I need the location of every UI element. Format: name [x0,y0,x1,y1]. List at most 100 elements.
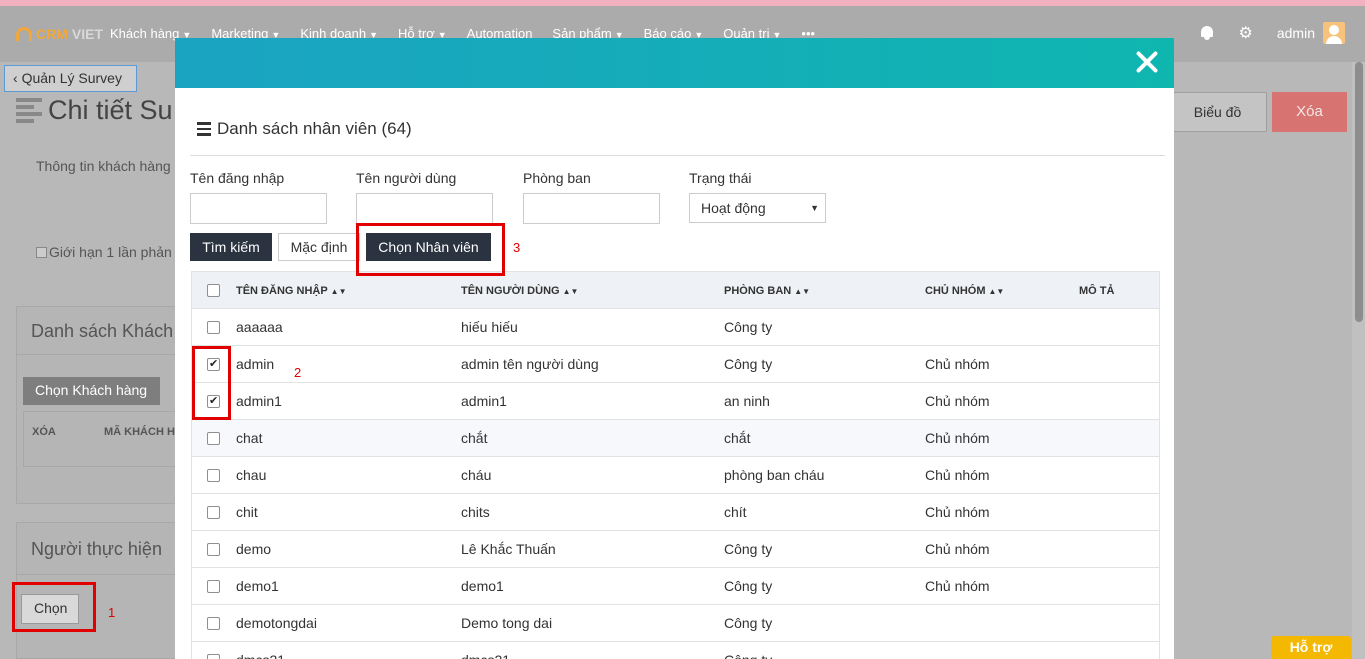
crmviet-logo[interactable]: CRM VIET [16,26,103,42]
column-username[interactable]: TÊN ĐĂNG NHẬP ▲▼ [236,272,347,310]
pick-customer-button[interactable]: Chọn Khách hàng [23,377,160,405]
customer-list-panel: Danh sách Khách Chọn Khách hàng XÓA MÃ K… [16,306,186,504]
limit-response-option[interactable]: Giới hạn 1 lần phản h [36,244,184,260]
column-username-label: TÊN ĐĂNG NHẬP [236,285,328,297]
select-all-checkbox[interactable] [207,284,220,297]
page-scrollbar[interactable] [1352,62,1365,659]
page-title-text: Chi tiết Su [48,95,173,125]
row-checkbox[interactable] [207,506,220,519]
cell-username: demotongdai [236,615,317,631]
navbar-right: ⚙ admin [1199,22,1345,44]
fullname-filter-label: Tên người dùng [356,170,457,186]
list-icon [197,122,211,136]
table-row[interactable]: dmcs21 dmcs21 Công ty [191,642,1160,659]
cell-department: Công ty [724,541,773,557]
status-filter-select[interactable]: Hoạt động ▼ [689,193,826,223]
chevron-left-icon: ‹ [13,70,22,86]
chart-button[interactable]: Biểu đồ [1168,92,1267,132]
username-filter-label: Tên đăng nhập [190,170,285,186]
modal-header [175,38,1174,88]
column-fullname-label: TÊN NGƯỜI DÙNG [461,285,560,297]
column-leader[interactable]: CHỦ NHÓM ▲▼ [925,272,1004,310]
cell-fullname: Lê Khắc Thuấn [461,541,556,557]
table-row[interactable]: chit chits chít Chủ nhóm [191,494,1160,531]
column-department-label: PHÒNG BAN [724,285,792,297]
fullname-filter-input[interactable] [356,193,493,224]
table-row[interactable]: admin admin tên người dùng Công ty Chủ nhóm [191,346,1160,383]
cell-leader: Chủ nhóm [925,467,990,483]
user-name[interactable]: admin [1277,25,1315,41]
table-row[interactable]: chau cháu phòng ban cháu Chủ nhóm [191,457,1160,494]
customer-table: XÓA MÃ KHÁCH HÀ [23,411,183,467]
table-row[interactable]: chat chắt chắt Chủ nhóm [191,420,1160,457]
back-link[interactable]: ‹ Quản Lý Survey [4,65,137,92]
cell-department: Công ty [724,642,772,659]
row-checkbox[interactable] [207,321,220,334]
cell-department: Công ty [724,356,773,372]
logo-text-viet: VIET [71,26,104,42]
annotation-number-1: 1 [108,605,116,620]
cell-fullname: chits [461,504,490,520]
column-description: MÔ TẢ [1079,285,1115,297]
column-leader-label: CHỦ NHÓM [925,285,986,297]
cell-leader: Chủ nhóm [925,578,990,594]
cell-department: Công ty [724,578,773,594]
sort-icon: ▲▼ [330,287,347,296]
table-row[interactable]: demo Lê Khắc Thuấn Công ty Chủ nhóm [191,531,1160,568]
nav-item-label: Khách hàng [110,26,180,41]
column-delete: XÓA [32,426,56,438]
back-link-label: Quản Lý Survey [21,70,122,86]
status-filter-value: Hoạt động [701,200,766,216]
cell-department: Công ty [724,615,773,631]
cell-department: chắt [724,430,751,446]
customer-info-panel: Thông tin khách hàng l Giới hạn 1 lần ph… [16,148,186,288]
cell-fullname: admin tên người dùng [461,356,599,372]
column-customer-code: MÃ KHÁCH HÀ [104,426,183,438]
support-button[interactable]: Hỗ trợ [1271,636,1351,659]
column-department[interactable]: PHÒNG BAN ▲▼ [724,272,810,310]
cell-username: chit [236,504,258,520]
delete-button[interactable]: Xóa [1272,92,1347,132]
cell-department: an ninh [724,393,770,409]
bell-icon[interactable] [1199,25,1215,41]
cell-username: chau [236,467,267,483]
row-checkbox[interactable] [207,580,220,593]
search-button[interactable]: Tìm kiếm [190,233,272,261]
gear-icon[interactable]: ⚙ [1239,23,1253,43]
cell-department: chít [724,504,747,520]
sort-icon: ▲▼ [562,287,579,296]
table-row[interactable]: admin1 admin1 an ninh Chủ nhóm [191,383,1160,420]
default-button[interactable]: Mặc định [278,233,360,261]
column-fullname[interactable]: TÊN NGƯỜI DÙNG ▲▼ [461,272,578,310]
cell-leader: Chủ nhóm [925,430,990,446]
employee-list-title-text: Danh sách nhân viên (64) [217,119,412,138]
avatar[interactable] [1323,22,1345,44]
annotation-box-3 [356,223,505,276]
caret-down-icon: ▼ [810,203,819,213]
row-checkbox[interactable] [207,543,220,556]
row-checkbox[interactable] [207,432,220,445]
row-checkbox[interactable] [207,469,220,482]
logo-icon [16,27,32,41]
cell-leader: Chủ nhóm [925,504,990,520]
employee-list-title: Danh sách nhân viên (64) [197,119,412,139]
cell-username: demo [236,541,272,557]
table-row[interactable]: demo1 demo1 Công ty Chủ nhóm [191,568,1160,605]
limit-response-checkbox[interactable] [36,246,47,258]
scrollbar-thumb[interactable] [1355,62,1363,322]
cell-username: demo1 [236,578,279,594]
employee-select-modal: Danh sách nhân viên (64) Tên đăng nhập T… [175,38,1174,659]
cell-department: phòng ban cháu [724,467,825,483]
row-checkbox[interactable] [207,617,220,630]
cell-fullname: dmcs21 [461,642,510,659]
username-filter-input[interactable] [190,193,327,224]
department-filter-input[interactable] [523,193,660,224]
cell-department: Công ty [724,319,773,335]
table-row[interactable]: aaaaaa hiếu hiếu Công ty [191,309,1160,346]
employee-table: TÊN ĐĂNG NHẬP ▲▼ TÊN NGƯỜI DÙNG ▲▼ PHÒNG B… [191,271,1160,659]
table-row[interactable]: demotongdai Demo tong dai Công ty [191,605,1160,642]
executor-title: Người thực hiện [17,523,185,575]
row-checkbox[interactable] [207,654,220,659]
close-icon[interactable] [1134,49,1160,75]
cell-leader: Chủ nhóm [925,393,990,409]
